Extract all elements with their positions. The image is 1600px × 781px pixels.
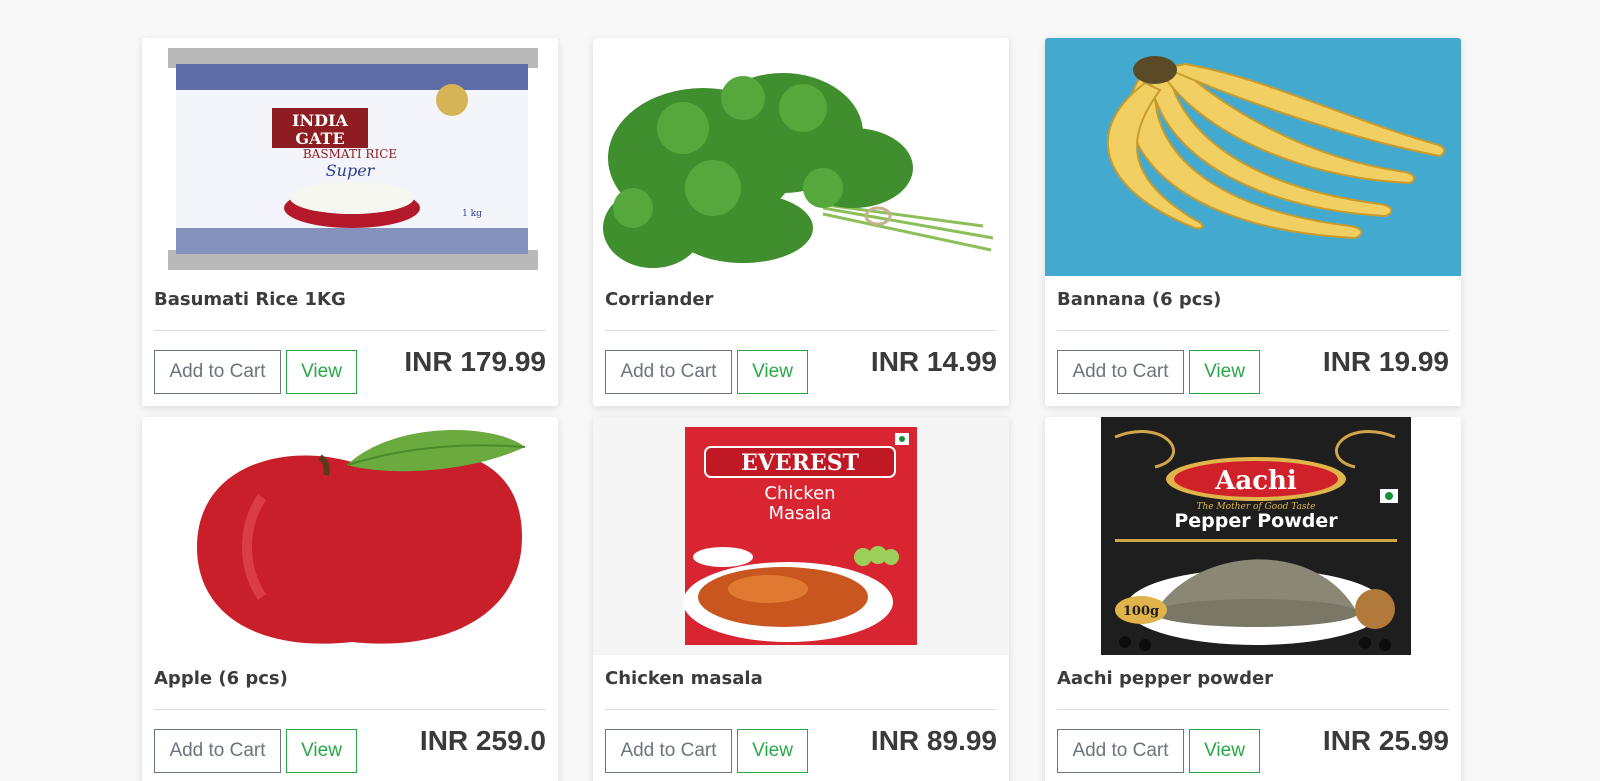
pepper-brand: Aachi — [1214, 466, 1297, 496]
masala-brand: EVEREST — [741, 450, 860, 476]
view-button[interactable]: View — [1189, 350, 1260, 394]
add-to-cart-button[interactable]: Add to Cart — [154, 350, 281, 394]
product-card: EVEREST Chicken Masala Chicken masala Ad… — [593, 417, 1009, 781]
add-to-cart-button[interactable]: Add to Cart — [605, 729, 732, 773]
product-title[interactable]: Chicken masala — [605, 667, 997, 691]
product-price: INR 25.99 — [1322, 725, 1449, 756]
product-card: Corriander Add to Cart View INR 14.99 — [593, 38, 1009, 406]
divider — [1057, 330, 1449, 331]
pepper-product-name: Pepper Powder — [1174, 510, 1338, 532]
product-price: INR 259.0 — [419, 725, 546, 756]
product-card: Apple (6 pcs) Add to Cart View INR 259.0 — [142, 417, 558, 781]
product-price: INR 89.99 — [870, 725, 997, 756]
product-price: INR 14.99 — [870, 346, 997, 377]
product-card: Aachi The Mother of Good Taste Pepper Po… — [1045, 417, 1461, 781]
rice-brand-line2: GATE — [295, 129, 344, 148]
pepper-weight: 100g — [1123, 604, 1159, 619]
view-button[interactable]: View — [737, 729, 808, 773]
view-button[interactable]: View — [737, 350, 808, 394]
product-title[interactable]: Bannana (6 pcs) — [1057, 288, 1449, 312]
add-to-cart-button[interactable]: Add to Cart — [605, 350, 732, 394]
product-price: INR 179.99 — [404, 346, 546, 377]
product-card: Bannana (6 pcs) Add to Cart View INR 19.… — [1045, 38, 1461, 406]
add-to-cart-button[interactable]: Add to Cart — [1057, 350, 1184, 394]
product-image-rice[interactable]: INDIA GATE BASMATI RICE Super 1 kg — [142, 38, 558, 276]
divider — [1057, 709, 1449, 710]
rice-brand-line1: INDIA — [292, 111, 348, 130]
divider — [154, 330, 546, 331]
add-to-cart-button[interactable]: Add to Cart — [154, 729, 281, 773]
product-image-banana[interactable] — [1045, 38, 1461, 276]
rice-weight: 1 kg — [462, 209, 482, 219]
product-title[interactable]: Aachi pepper powder — [1057, 667, 1449, 691]
view-button[interactable]: View — [286, 729, 357, 773]
masala-line2: Masala — [769, 503, 832, 524]
rice-package-line4: Super — [326, 161, 376, 180]
add-to-cart-button[interactable]: Add to Cart — [1057, 729, 1184, 773]
product-card: INDIA GATE BASMATI RICE Super 1 kg Basum… — [142, 38, 558, 406]
product-title[interactable]: Apple (6 pcs) — [154, 667, 546, 691]
product-image-pepper-powder[interactable]: Aachi The Mother of Good Taste Pepper Po… — [1045, 417, 1461, 655]
product-image-chicken-masala[interactable]: EVEREST Chicken Masala — [593, 417, 1009, 655]
view-button[interactable]: View — [1189, 729, 1260, 773]
rice-package-line3: BASMATI RICE — [303, 147, 397, 161]
masala-line1: Chicken — [764, 483, 835, 504]
product-title[interactable]: Corriander — [605, 288, 997, 312]
divider — [605, 709, 997, 710]
product-image-apple[interactable] — [142, 417, 558, 655]
divider — [154, 709, 546, 710]
product-image-coriander[interactable] — [593, 38, 1009, 276]
view-button[interactable]: View — [286, 350, 357, 394]
divider — [605, 330, 997, 331]
product-title[interactable]: Basumati Rice 1KG — [154, 288, 546, 312]
product-price: INR 19.99 — [1322, 346, 1449, 377]
